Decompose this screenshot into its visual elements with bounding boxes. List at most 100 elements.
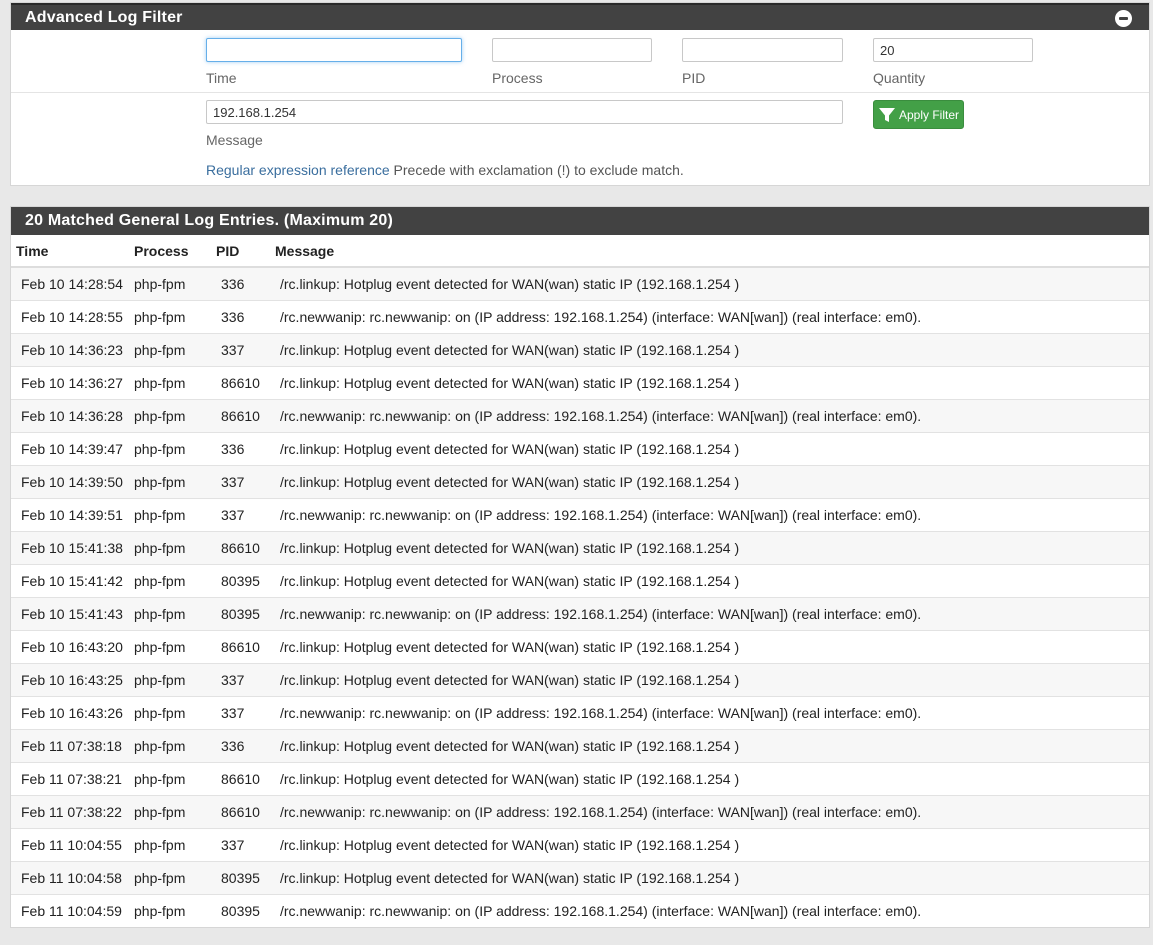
collapse-minus-icon[interactable]	[1115, 10, 1132, 27]
cell-pid: 80395	[216, 861, 275, 895]
col-time[interactable]: Time	[11, 235, 134, 268]
log-panel-heading: 20 Matched General Log Entries. (Maximum…	[11, 207, 1149, 235]
pid-input[interactable]	[682, 38, 843, 62]
cell-time: Feb 10 15:41:43	[11, 597, 134, 631]
process-field-group: Process	[492, 38, 652, 86]
cell-message: /rc.newwanip: rc.newwanip: on (IP addres…	[275, 894, 1149, 927]
cell-message: /rc.linkup: Hotplug event detected for W…	[275, 531, 1149, 565]
filter-divider	[11, 92, 1149, 93]
cell-pid: 86610	[216, 795, 275, 829]
cell-pid: 336	[216, 266, 275, 301]
cell-message: /rc.linkup: Hotplug event detected for W…	[275, 366, 1149, 400]
cell-message: /rc.newwanip: rc.newwanip: on (IP addres…	[275, 399, 1149, 433]
cell-process: php-fpm	[134, 894, 216, 927]
cell-time: Feb 10 14:36:23	[11, 333, 134, 367]
table-row: Feb 11 10:04:58 php-fpm 80395/rc.linkup: H…	[11, 861, 1149, 895]
cell-message: /rc.linkup: Hotplug event detected for W…	[275, 861, 1149, 895]
cell-message: /rc.linkup: Hotplug event detected for W…	[275, 266, 1149, 301]
table-row: Feb 10 14:28:54 php-fpm 336/rc.linkup: Hot…	[11, 266, 1149, 301]
cell-time: Feb 11 07:38:18	[11, 729, 134, 763]
cell-message: /rc.linkup: Hotplug event detected for W…	[275, 630, 1149, 664]
col-message[interactable]: Message	[275, 235, 1149, 268]
table-row: Feb 10 14:36:23 php-fpm 337/rc.linkup: Hot…	[11, 333, 1149, 367]
cell-message: /rc.newwanip: rc.newwanip: on (IP addres…	[275, 300, 1149, 334]
log-table: Time Process PID Message Feb 10 14:28:54…	[11, 235, 1149, 927]
cell-message: /rc.linkup: Hotplug event detected for W…	[275, 333, 1149, 367]
quantity-input[interactable]	[873, 38, 1033, 62]
cell-process: php-fpm	[134, 498, 216, 532]
cell-process: php-fpm	[134, 663, 216, 697]
log-entries-panel: 20 Matched General Log Entries. (Maximum…	[10, 206, 1150, 928]
table-row: Feb 10 16:43:20 php-fpm 86610/rc.linkup: H…	[11, 630, 1149, 664]
table-row: Feb 10 15:41:38 php-fpm 86610/rc.linkup: H…	[11, 531, 1149, 565]
cell-message: /rc.linkup: Hotplug event detected for W…	[275, 762, 1149, 796]
advanced-log-filter-panel: Advanced Log Filter Time Process PID Qua…	[10, 2, 1150, 186]
table-row: Feb 10 15:41:42 php-fpm 80395/rc.linkup: H…	[11, 564, 1149, 598]
table-row: Feb 10 14:28:55 php-fpm 336/rc.newwanip: r…	[11, 300, 1149, 334]
table-row: Feb 10 14:36:27 php-fpm 86610/rc.linkup: H…	[11, 366, 1149, 400]
message-input[interactable]	[206, 100, 843, 124]
cell-message: /rc.linkup: Hotplug event detected for W…	[275, 828, 1149, 862]
col-process[interactable]: Process	[134, 235, 216, 268]
regex-hint: Regular expression reference Precede wit…	[206, 162, 684, 178]
cell-message: /rc.linkup: Hotplug event detected for W…	[275, 663, 1149, 697]
cell-process: php-fpm	[134, 630, 216, 664]
filter-panel-heading: Advanced Log Filter	[11, 3, 1149, 30]
cell-pid: 86610	[216, 366, 275, 400]
cell-pid: 80395	[216, 894, 275, 927]
log-table-header: Time Process PID Message	[11, 235, 1149, 268]
cell-message: /rc.linkup: Hotplug event detected for W…	[275, 432, 1149, 466]
cell-process: php-fpm	[134, 300, 216, 334]
apply-filter-button[interactable]: Apply Filter	[873, 100, 964, 129]
cell-process: php-fpm	[134, 531, 216, 565]
cell-message: /rc.newwanip: rc.newwanip: on (IP addres…	[275, 498, 1149, 532]
cell-pid: 337	[216, 333, 275, 367]
cell-process: php-fpm	[134, 432, 216, 466]
table-row: Feb 10 15:41:43 php-fpm 80395/rc.newwanip:…	[11, 597, 1149, 631]
cell-pid: 336	[216, 300, 275, 334]
table-row: Feb 10 16:43:25 php-fpm 337/rc.linkup: Hot…	[11, 663, 1149, 697]
cell-time: Feb 10 14:39:47	[11, 432, 134, 466]
regex-reference-link[interactable]: Regular expression reference	[206, 162, 390, 178]
cell-time: Feb 10 15:41:38	[11, 531, 134, 565]
time-input[interactable]	[206, 38, 462, 62]
pid-label: PID	[682, 70, 706, 86]
cell-time: Feb 10 14:36:28	[11, 399, 134, 433]
cell-pid: 80395	[216, 564, 275, 598]
cell-time: Feb 10 14:39:51	[11, 498, 134, 532]
cell-pid: 337	[216, 465, 275, 499]
cell-pid: 337	[216, 663, 275, 697]
cell-process: php-fpm	[134, 266, 216, 301]
table-row: Feb 11 10:04:55 php-fpm 337/rc.linkup: Hot…	[11, 828, 1149, 862]
cell-time: Feb 10 16:43:25	[11, 663, 134, 697]
cell-pid: 86610	[216, 762, 275, 796]
col-pid[interactable]: PID	[216, 235, 275, 268]
quantity-field-group: Quantity	[873, 38, 1033, 86]
process-label: Process	[492, 70, 543, 86]
cell-pid: 86610	[216, 531, 275, 565]
cell-process: php-fpm	[134, 861, 216, 895]
table-row: Feb 11 07:38:18 php-fpm 336/rc.linkup: Hot…	[11, 729, 1149, 763]
cell-time: Feb 11 07:38:21	[11, 762, 134, 796]
cell-time: Feb 10 14:28:54	[11, 266, 134, 301]
cell-process: php-fpm	[134, 795, 216, 829]
cell-process: php-fpm	[134, 762, 216, 796]
cell-pid: 337	[216, 498, 275, 532]
table-row: Feb 10 14:36:28 php-fpm 86610/rc.newwanip:…	[11, 399, 1149, 433]
cell-pid: 336	[216, 729, 275, 763]
cell-message: /rc.newwanip: rc.newwanip: on (IP addres…	[275, 597, 1149, 631]
table-row: Feb 10 14:39:47 php-fpm 336/rc.linkup: Hot…	[11, 432, 1149, 466]
cell-process: php-fpm	[134, 729, 216, 763]
process-input[interactable]	[492, 38, 652, 62]
time-field-group: Time	[206, 38, 462, 86]
cell-process: php-fpm	[134, 564, 216, 598]
table-row: Feb 11 07:38:22 php-fpm 86610/rc.newwanip:…	[11, 795, 1149, 829]
cell-time: Feb 11 07:38:22	[11, 795, 134, 829]
cell-process: php-fpm	[134, 597, 216, 631]
cell-message: /rc.newwanip: rc.newwanip: on (IP addres…	[275, 795, 1149, 829]
cell-time: Feb 11 10:04:59	[11, 894, 134, 927]
table-row: Feb 10 14:39:50 php-fpm 337/rc.linkup: Hot…	[11, 465, 1149, 499]
time-label: Time	[206, 70, 237, 86]
cell-message: /rc.linkup: Hotplug event detected for W…	[275, 729, 1149, 763]
cell-time: Feb 11 10:04:58	[11, 861, 134, 895]
